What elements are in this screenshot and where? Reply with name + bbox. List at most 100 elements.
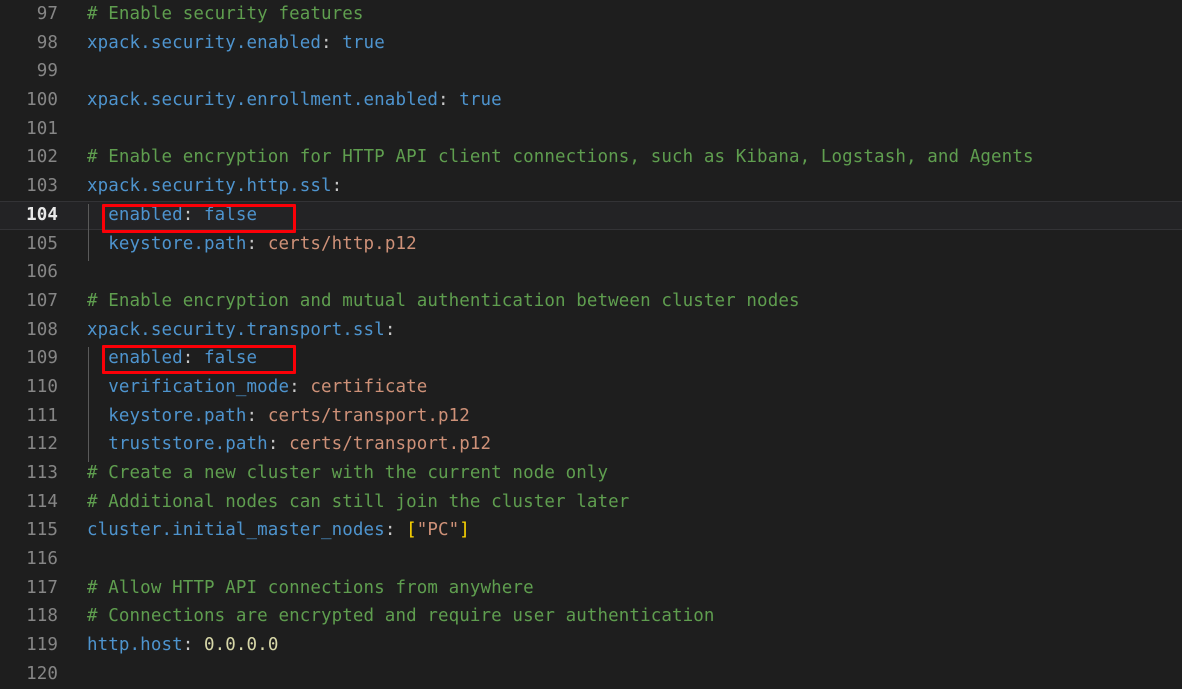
line-number: 108 — [26, 319, 58, 340]
code-line[interactable]: 113 # Create a new cluster with the curre… — [0, 459, 1182, 488]
line-number: 115 — [26, 520, 58, 541]
code-line[interactable]: 109 enabled: false — [0, 344, 1182, 373]
code-line[interactable]: 102 # Enable encryption for HTTP API clie… — [0, 143, 1182, 172]
line-number: 118 — [26, 606, 58, 627]
line-number: 113 — [26, 463, 58, 483]
line-source[interactable]: # Enable encryption and mutual authentic… — [66, 287, 800, 316]
line-source[interactable]: xpack.security.enrollment.enabled: true — [66, 86, 502, 115]
code-line[interactable]: 103 xpack.security.http.ssl: — [0, 172, 1182, 201]
token-key: xpack.security.transport.ssl — [87, 319, 385, 340]
token-bracket: [ — [406, 520, 417, 541]
token-comment: # Enable encryption for HTTP API client … — [87, 147, 1034, 168]
token-punct: : — [331, 176, 343, 197]
token-punct: : — [182, 348, 205, 369]
line-source[interactable]: keystore.path: certs/transport.p12 — [66, 402, 470, 431]
code-line[interactable]: 99 — [0, 57, 1182, 86]
line-source[interactable]: enabled: false — [66, 344, 257, 373]
code-line[interactable]: 111 keystore.path: certs/transport.p12 — [0, 402, 1182, 431]
code-line[interactable]: 115 cluster.initial_master_nodes: ["PC"] — [0, 516, 1182, 545]
token-key: cluster.initial_master_nodes — [87, 520, 385, 541]
line-number: 101 — [26, 118, 58, 139]
line-source[interactable]: cluster.initial_master_nodes: ["PC"] — [66, 516, 470, 545]
code-line[interactable]: 108 xpack.security.transport.ssl: — [0, 316, 1182, 345]
line-source[interactable]: truststore.path: certs/transport.p12 — [66, 430, 491, 459]
token-bool: true — [459, 90, 502, 111]
line-number: 111 — [26, 405, 58, 426]
line-number: 97 — [36, 4, 58, 24]
code-line[interactable]: 100 xpack.security.enrollment.enabled: tr… — [0, 86, 1182, 115]
code-line[interactable]: 105 keystore.path: certs/http.p12 — [0, 230, 1182, 259]
token-comment: # Allow HTTP API connections from anywhe… — [87, 577, 534, 598]
code-line[interactable]: 112 truststore.path: certs/transport.p12 — [0, 430, 1182, 459]
line-number: 110 — [26, 376, 58, 397]
line-source[interactable]: xpack.security.transport.ssl: — [66, 316, 395, 345]
code-line[interactable]: 118 # Connections are encrypted and requi… — [0, 602, 1182, 631]
token-punct: : — [267, 434, 290, 455]
line-number: 106 — [26, 262, 58, 283]
token-comment: # Connections are encrypted and require … — [87, 606, 715, 627]
line-number: 119 — [26, 635, 58, 656]
code-line[interactable]: 120 — [0, 660, 1182, 689]
code-line[interactable]: 117 # Allow HTTP API connections from any… — [0, 574, 1182, 603]
line-source[interactable]: verification_mode: certificate — [66, 373, 427, 402]
code-line[interactable]: 116 — [0, 545, 1182, 574]
line-source[interactable]: xpack.security.http.ssl: — [66, 172, 342, 201]
line-source[interactable]: # Connections are encrypted and require … — [66, 602, 715, 631]
token-key: keystore.path — [87, 405, 247, 426]
token-string: certs/transport.p12 — [267, 405, 470, 426]
line-number: 107 — [26, 290, 58, 311]
token-key: enabled — [87, 348, 183, 369]
code-line[interactable]: 114 # Additional nodes can still join the… — [0, 488, 1182, 517]
code-line[interactable]: 104 enabled: false — [0, 200, 1182, 230]
code-line-list: 97 # Enable security features 98 xpack.secu… — [0, 0, 1182, 687]
line-number: 117 — [26, 577, 58, 598]
code-line[interactable]: 119 http.host: 0.0.0.0 — [0, 631, 1182, 660]
code-line[interactable]: 110 verification_mode: certificate — [0, 373, 1182, 402]
token-string: certificate — [310, 376, 428, 397]
line-source[interactable]: # Enable encryption for HTTP API client … — [66, 143, 1034, 172]
line-number: 105 — [26, 233, 58, 254]
token-key: xpack.security.enabled — [87, 32, 321, 53]
token-punct: : — [384, 319, 396, 340]
indent-guide — [88, 347, 89, 462]
line-number: 109 — [26, 348, 58, 369]
code-line[interactable]: 107 # Enable encryption and mutual authen… — [0, 287, 1182, 316]
line-source[interactable]: xpack.security.enabled: true — [66, 29, 385, 58]
line-number: 120 — [26, 663, 58, 684]
line-source[interactable]: keystore.path: certs/http.p12 — [66, 230, 417, 259]
token-string: certs/transport.p12 — [289, 434, 492, 455]
token-punct: : — [246, 405, 268, 426]
code-line[interactable]: 101 — [0, 115, 1182, 144]
line-number: 112 — [26, 434, 58, 455]
token-bracket: ] — [459, 520, 470, 541]
line-source[interactable]: # Allow HTTP API connections from anywhe… — [66, 574, 534, 603]
token-key: verification_mode — [87, 376, 290, 397]
token-punct: : — [289, 376, 311, 397]
token-punct: : — [182, 635, 205, 656]
line-source[interactable]: # Create a new cluster with the current … — [66, 459, 608, 488]
token-comment: # Create a new cluster with the current … — [87, 463, 609, 483]
line-source[interactable]: # Additional nodes can still join the cl… — [66, 488, 629, 517]
token-string: certs/http.p12 — [267, 233, 417, 254]
token-comment: # Enable security features — [87, 4, 364, 24]
line-number: 114 — [26, 491, 58, 512]
code-editor-pane[interactable]: 97 # Enable security features 98 xpack.secu… — [0, 0, 1182, 687]
code-line[interactable]: 98 xpack.security.enabled: true — [0, 29, 1182, 58]
line-source[interactable]: enabled: false — [66, 201, 257, 230]
token-bool: true — [342, 32, 385, 53]
token-punct: : — [321, 32, 343, 53]
code-line[interactable]: 97 # Enable security features — [0, 0, 1182, 29]
token-punct: : — [246, 233, 268, 254]
line-source[interactable]: http.host: 0.0.0.0 — [66, 631, 278, 660]
token-comment: # Enable encryption and mutual authentic… — [87, 290, 800, 311]
code-line[interactable]: 106 — [0, 258, 1182, 287]
token-key: enabled — [87, 204, 183, 225]
token-key: truststore.path — [87, 434, 268, 455]
line-number: 102 — [26, 147, 58, 168]
line-source[interactable]: # Enable security features — [66, 0, 364, 29]
token-punct: : — [437, 90, 460, 111]
line-number: 104 — [26, 204, 58, 225]
token-comment: # Additional nodes can still join the cl… — [87, 491, 630, 512]
token-key: http.host — [87, 635, 183, 656]
indent-guide — [88, 204, 89, 261]
